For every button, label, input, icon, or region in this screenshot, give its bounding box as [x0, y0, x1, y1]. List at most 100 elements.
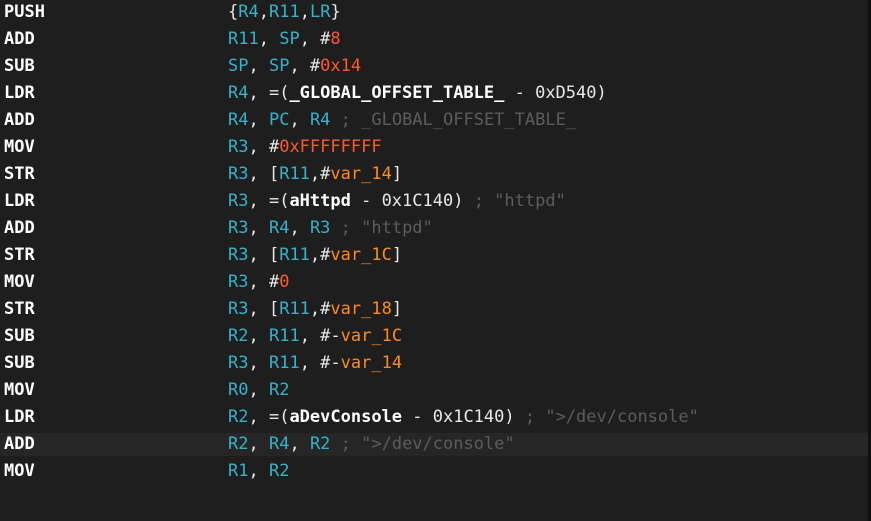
- register-token[interactable]: R3: [228, 137, 248, 157]
- immediate-token: 0x14: [320, 56, 362, 76]
- register-token[interactable]: R2: [269, 380, 289, 400]
- register-token[interactable]: R3: [228, 245, 248, 265]
- punctuation-token: - 0x1C140): [402, 407, 515, 427]
- instruction-mnemonic[interactable]: ADD: [4, 28, 35, 51]
- register-token[interactable]: SP: [279, 29, 299, 49]
- instruction-operands[interactable]: R1, R2: [228, 460, 289, 483]
- register-token[interactable]: R11: [269, 326, 300, 346]
- instruction-mnemonic[interactable]: STR: [4, 298, 35, 321]
- register-token[interactable]: R4: [238, 2, 258, 22]
- instruction-mnemonic[interactable]: SUB: [4, 325, 35, 348]
- instruction-mnemonic[interactable]: MOV: [4, 271, 35, 294]
- register-token[interactable]: R4: [310, 110, 330, 130]
- instruction-mnemonic[interactable]: LDR: [4, 406, 35, 429]
- register-token[interactable]: R2: [228, 434, 248, 454]
- disassembly-line[interactable]: MOV R3, #0xFFFFFFFF: [0, 136, 868, 159]
- instruction-operands[interactable]: R2, =(aDevConsole - 0x1C140) ; ">/dev/co…: [228, 406, 699, 429]
- disassembly-line[interactable]: ADD R3, R4, R3 ; "httpd": [0, 217, 868, 240]
- disassembly-view[interactable]: PUSH {R4,R11,LR} ADD R11, SP, #8 SUB SP, SP, …: [0, 0, 871, 521]
- disassembly-line[interactable]: ADD R4, PC, R4 ; _GLOBAL_OFFSET_TABLE_: [0, 109, 868, 132]
- instruction-mnemonic[interactable]: MOV: [4, 136, 35, 159]
- register-token[interactable]: R3: [228, 218, 248, 238]
- disassembly-line[interactable]: ADD R11, SP, #8: [0, 28, 868, 51]
- instruction-operands[interactable]: R4, =(_GLOBAL_OFFSET_TABLE_ - 0xD540): [228, 82, 607, 105]
- instruction-mnemonic[interactable]: LDR: [4, 82, 35, 105]
- symbol-token[interactable]: _GLOBAL_OFFSET_TABLE_: [289, 83, 504, 103]
- instruction-mnemonic[interactable]: MOV: [4, 379, 35, 402]
- instruction-mnemonic[interactable]: STR: [4, 163, 35, 186]
- disassembly-line[interactable]: LDR R4, =(_GLOBAL_OFFSET_TABLE_ - 0xD540): [0, 82, 868, 105]
- instruction-operands[interactable]: R0, R2: [228, 379, 289, 402]
- instruction-operands[interactable]: R4, PC, R4 ; _GLOBAL_OFFSET_TABLE_: [228, 109, 576, 132]
- register-token[interactable]: R2: [310, 434, 330, 454]
- register-token[interactable]: R2: [269, 461, 289, 481]
- register-token[interactable]: R4: [228, 110, 248, 130]
- variable-token[interactable]: var_14: [330, 164, 391, 184]
- register-token[interactable]: R4: [228, 83, 248, 103]
- instruction-operands[interactable]: R3, R4, R3 ; "httpd": [228, 217, 433, 240]
- variable-token[interactable]: var_1C: [330, 245, 391, 265]
- variable-token[interactable]: var_14: [341, 353, 402, 373]
- instruction-operands[interactable]: R3, [R11,#var_18]: [228, 298, 402, 321]
- register-token[interactable]: R0: [228, 380, 248, 400]
- register-token[interactable]: R3: [228, 272, 248, 292]
- disassembly-line[interactable]: PUSH {R4,R11,LR}: [0, 1, 868, 24]
- disassembly-line[interactable]: ADD R2, R4, R2 ; ">/dev/console": [0, 433, 868, 456]
- register-token[interactable]: R3: [310, 218, 330, 238]
- instruction-operands[interactable]: R2, R4, R2 ; ">/dev/console": [228, 433, 515, 456]
- register-token[interactable]: R4: [269, 434, 289, 454]
- instruction-operands[interactable]: R3, [R11,#var_14]: [228, 163, 402, 186]
- instruction-operands[interactable]: SP, SP, #0x14: [228, 55, 361, 78]
- instruction-operands[interactable]: R3, [R11,#var_1C]: [228, 244, 402, 267]
- instruction-operands[interactable]: R3, #0: [228, 271, 289, 294]
- register-token[interactable]: R11: [269, 2, 300, 22]
- instruction-mnemonic[interactable]: SUB: [4, 352, 35, 375]
- register-token[interactable]: R2: [228, 326, 248, 346]
- symbol-token[interactable]: aDevConsole: [289, 407, 402, 427]
- register-token[interactable]: SP: [269, 56, 289, 76]
- instruction-mnemonic[interactable]: LDR: [4, 190, 35, 213]
- instruction-operands[interactable]: R3, =(aHttpd - 0x1C140) ; "httpd": [228, 190, 566, 213]
- register-token[interactable]: R11: [279, 245, 310, 265]
- disassembly-line[interactable]: LDR R3, =(aHttpd - 0x1C140) ; "httpd": [0, 190, 868, 213]
- variable-token[interactable]: var_1C: [341, 326, 402, 346]
- instruction-operands[interactable]: R11, SP, #8: [228, 28, 341, 51]
- instruction-operands[interactable]: R3, R11, #-var_14: [228, 352, 402, 375]
- instruction-mnemonic[interactable]: ADD: [4, 109, 35, 132]
- disassembly-line[interactable]: LDR R2, =(aDevConsole - 0x1C140) ; ">/dev…: [0, 406, 868, 429]
- register-token[interactable]: PC: [269, 110, 289, 130]
- instruction-operands[interactable]: R2, R11, #-var_1C: [228, 325, 402, 348]
- instruction-mnemonic[interactable]: ADD: [4, 217, 35, 240]
- instruction-mnemonic[interactable]: ADD: [4, 433, 35, 456]
- variable-token[interactable]: var_18: [330, 299, 391, 319]
- register-token[interactable]: R4: [269, 218, 289, 238]
- disassembly-line[interactable]: SUB R3, R11, #-var_14: [0, 352, 868, 375]
- register-token[interactable]: R1: [228, 461, 248, 481]
- instruction-operands[interactable]: {R4,R11,LR}: [228, 1, 341, 24]
- register-token[interactable]: SP: [228, 56, 248, 76]
- instruction-operands[interactable]: R3, #0xFFFFFFFF: [228, 136, 382, 159]
- register-token[interactable]: LR: [310, 2, 330, 22]
- disassembly-line[interactable]: MOV R1, R2: [0, 460, 868, 483]
- disassembly-line[interactable]: STR R3, [R11,#var_14]: [0, 163, 868, 186]
- disassembly-line[interactable]: MOV R3, #0: [0, 271, 868, 294]
- disassembly-line[interactable]: SUB SP, SP, #0x14: [0, 55, 868, 78]
- register-token[interactable]: R3: [228, 191, 248, 211]
- instruction-mnemonic[interactable]: STR: [4, 244, 35, 267]
- instruction-mnemonic[interactable]: SUB: [4, 55, 35, 78]
- register-token[interactable]: R2: [228, 407, 248, 427]
- instruction-mnemonic[interactable]: MOV: [4, 460, 35, 483]
- disassembly-line[interactable]: SUB R2, R11, #-var_1C: [0, 325, 868, 348]
- disassembly-line[interactable]: STR R3, [R11,#var_18]: [0, 298, 868, 321]
- register-token[interactable]: R11: [269, 353, 300, 373]
- instruction-mnemonic[interactable]: PUSH: [4, 1, 45, 24]
- symbol-token[interactable]: aHttpd: [289, 191, 350, 211]
- disassembly-line[interactable]: STR R3, [R11,#var_1C]: [0, 244, 868, 267]
- register-token[interactable]: R11: [279, 164, 310, 184]
- register-token[interactable]: R3: [228, 353, 248, 373]
- register-token[interactable]: R3: [228, 164, 248, 184]
- register-token[interactable]: R11: [279, 299, 310, 319]
- register-token[interactable]: R3: [228, 299, 248, 319]
- disassembly-line[interactable]: MOV R0, R2: [0, 379, 868, 402]
- register-token[interactable]: R11: [228, 29, 259, 49]
